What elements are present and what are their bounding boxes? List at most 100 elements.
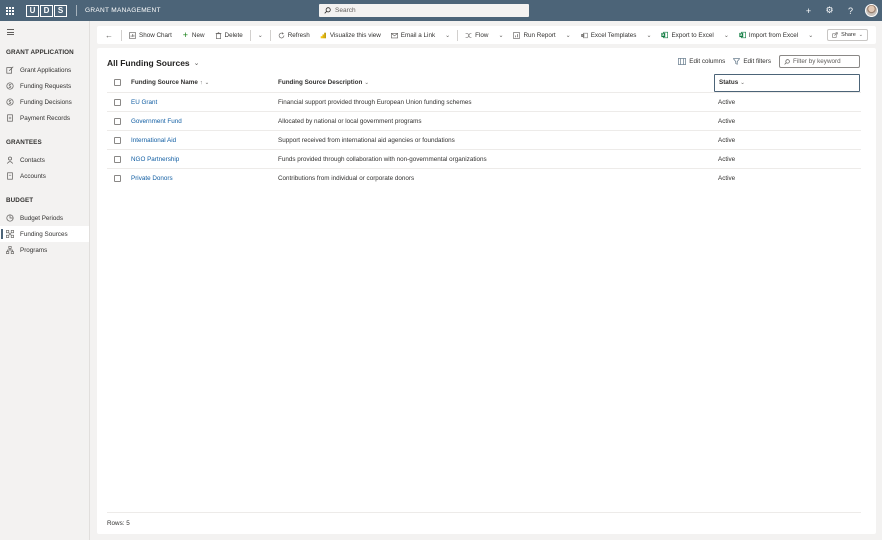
- sidebar-item-funding-requests[interactable]: Funding Requests: [0, 78, 89, 94]
- table-row[interactable]: Private Donors Contributions from indivi…: [107, 169, 861, 188]
- table-row[interactable]: NGO Partnership Funds provided through c…: [107, 150, 861, 169]
- app-launcher-button[interactable]: [0, 6, 20, 15]
- sidebar-item-funding-decisions[interactable]: Funding Decisions: [0, 94, 89, 110]
- row-checkbox[interactable]: [107, 98, 131, 106]
- sidebar-group-grant-application: GRANT APPLICATION: [6, 49, 74, 56]
- edit-columns-button[interactable]: Edit columns: [678, 58, 725, 65]
- help-icon[interactable]: ?: [840, 6, 861, 16]
- funding-source-name-link[interactable]: EU Grant: [131, 99, 278, 106]
- delete-button[interactable]: Delete: [210, 26, 248, 44]
- global-search-input[interactable]: Search: [319, 4, 529, 17]
- funding-source-name-link[interactable]: NGO Partnership: [131, 156, 278, 163]
- sidebar-item-grant-applications[interactable]: Grant Applications: [0, 62, 89, 78]
- chevron-down-icon[interactable]: ⌄: [641, 32, 656, 39]
- chevron-down-icon[interactable]: ⌄: [440, 32, 455, 39]
- funding-source-description: Funds provided through collaboration wit…: [278, 155, 487, 163]
- user-avatar-button[interactable]: [861, 4, 882, 17]
- sidebar: GRANT APPLICATION Grant Applications Fun…: [0, 21, 90, 540]
- table-row[interactable]: EU Grant Financial support provided thro…: [107, 93, 861, 112]
- column-header-name[interactable]: Funding Source Name ↑ ⌄: [131, 79, 278, 86]
- refresh-icon: [278, 31, 285, 39]
- sidebar-item-budget-periods[interactable]: Budget Periods: [0, 210, 89, 226]
- document-icon: [6, 114, 14, 122]
- table-row[interactable]: Government Fund Allocated by national or…: [107, 112, 861, 131]
- uds-logo[interactable]: U D S: [26, 4, 67, 17]
- hamburger-icon[interactable]: [7, 29, 14, 35]
- chevron-down-icon[interactable]: ⌄: [561, 32, 576, 39]
- grid-footer: Rows: 5: [107, 512, 861, 534]
- sidebar-item-label: Contacts: [20, 156, 45, 164]
- gear-icon[interactable]: ⚙: [819, 5, 840, 16]
- run-report-button[interactable]: Run Report: [508, 26, 560, 44]
- run-report-label: Run Report: [523, 31, 556, 39]
- chevron-down-icon[interactable]: ⌄: [253, 32, 268, 39]
- funding-source-description: Allocated by national or local governmen…: [278, 117, 422, 125]
- sidebar-item-contacts[interactable]: Contacts: [0, 152, 89, 168]
- table-row[interactable]: International Aid Support received from …: [107, 131, 861, 150]
- show-chart-label: Show Chart: [139, 31, 172, 39]
- row-checkbox[interactable]: [107, 117, 131, 125]
- funding-source-description: Financial support provided through Europ…: [278, 98, 472, 106]
- funding-source-name-link[interactable]: Government Fund: [131, 118, 278, 125]
- top-bar: U D S GRANT MANAGEMENT Search + ⚙ ?: [0, 0, 882, 21]
- flow-button[interactable]: Flow: [460, 26, 493, 44]
- divider: [269, 29, 271, 41]
- command-bar: ← Show Chart + New Delete ⌄ Refresh Visu…: [97, 26, 876, 44]
- page-title: All Funding Sources: [107, 58, 190, 68]
- email-link-button[interactable]: Email a Link: [386, 26, 440, 44]
- email-icon: [390, 32, 398, 39]
- template-icon: X: [580, 32, 588, 39]
- funding-source-name-link[interactable]: International Aid: [131, 137, 278, 144]
- status-value: Active: [718, 117, 736, 125]
- chevron-down-icon: ⌄: [193, 60, 200, 67]
- column-header-status[interactable]: Status ⌄: [714, 73, 860, 92]
- row-checkbox[interactable]: [107, 136, 131, 144]
- row-checkbox[interactable]: [107, 155, 131, 163]
- report-icon: [513, 31, 521, 39]
- status-value: Active: [718, 98, 736, 106]
- refresh-button[interactable]: Refresh: [273, 26, 315, 44]
- sidebar-item-programs[interactable]: Programs: [0, 242, 89, 258]
- sidebar-item-label: Grant Applications: [20, 66, 72, 74]
- excel-templates-button[interactable]: X Excel Templates: [576, 26, 642, 44]
- chevron-down-icon[interactable]: ⌄: [803, 32, 818, 39]
- edit-filters-button[interactable]: Edit filters: [733, 58, 771, 65]
- coin-icon: [6, 98, 14, 106]
- sidebar-item-payment-records[interactable]: Payment Records: [0, 110, 89, 126]
- sidebar-item-label: Funding Sources: [20, 230, 68, 238]
- sidebar-item-funding-sources[interactable]: Funding Sources: [0, 226, 89, 242]
- column-header-description[interactable]: Funding Source Description ⌄: [278, 79, 714, 86]
- show-chart-button[interactable]: Show Chart: [124, 26, 177, 44]
- sort-up-icon: ↑: [199, 79, 203, 86]
- share-button[interactable]: Share ⌄: [827, 29, 868, 41]
- plus-icon[interactable]: +: [798, 6, 819, 16]
- funding-source-description: Contributions from individual or corpora…: [278, 175, 415, 182]
- new-button[interactable]: + New: [177, 26, 210, 44]
- email-link-label: Email a Link: [400, 31, 436, 39]
- hierarchy-icon: [6, 246, 14, 254]
- divider: [121, 29, 122, 41]
- keyword-filter-input[interactable]: Filter by keyword: [779, 55, 860, 68]
- visualize-button[interactable]: Visualize this view: [315, 26, 386, 44]
- sidebar-item-accounts[interactable]: Accounts: [0, 168, 89, 184]
- back-button[interactable]: ←: [97, 26, 119, 44]
- pencil-icon: [6, 66, 14, 74]
- export-excel-button[interactable]: X Export to Excel: [656, 26, 718, 44]
- share-label: Share: [841, 32, 856, 38]
- row-checkbox[interactable]: [107, 175, 131, 182]
- chevron-down-icon[interactable]: ⌄: [719, 32, 734, 39]
- logo-divider: [76, 5, 77, 16]
- search-icon: [324, 7, 331, 14]
- chevron-down-icon[interactable]: ⌄: [493, 32, 508, 39]
- columns-icon: [678, 58, 687, 65]
- waffle-icon: [6, 6, 14, 15]
- import-excel-button[interactable]: X Import from Excel: [734, 26, 803, 44]
- row-count: Rows: 5: [107, 520, 130, 527]
- share-icon: [832, 32, 838, 38]
- chevron-down-icon: ⌄: [204, 79, 210, 86]
- select-all-checkbox[interactable]: [107, 79, 131, 86]
- flow-label: Flow: [475, 31, 489, 39]
- sidebar-item-label: Funding Decisions: [20, 98, 72, 106]
- funding-source-name-link[interactable]: Private Donors: [131, 175, 278, 182]
- view-selector[interactable]: All Funding Sources ⌄: [107, 58, 200, 68]
